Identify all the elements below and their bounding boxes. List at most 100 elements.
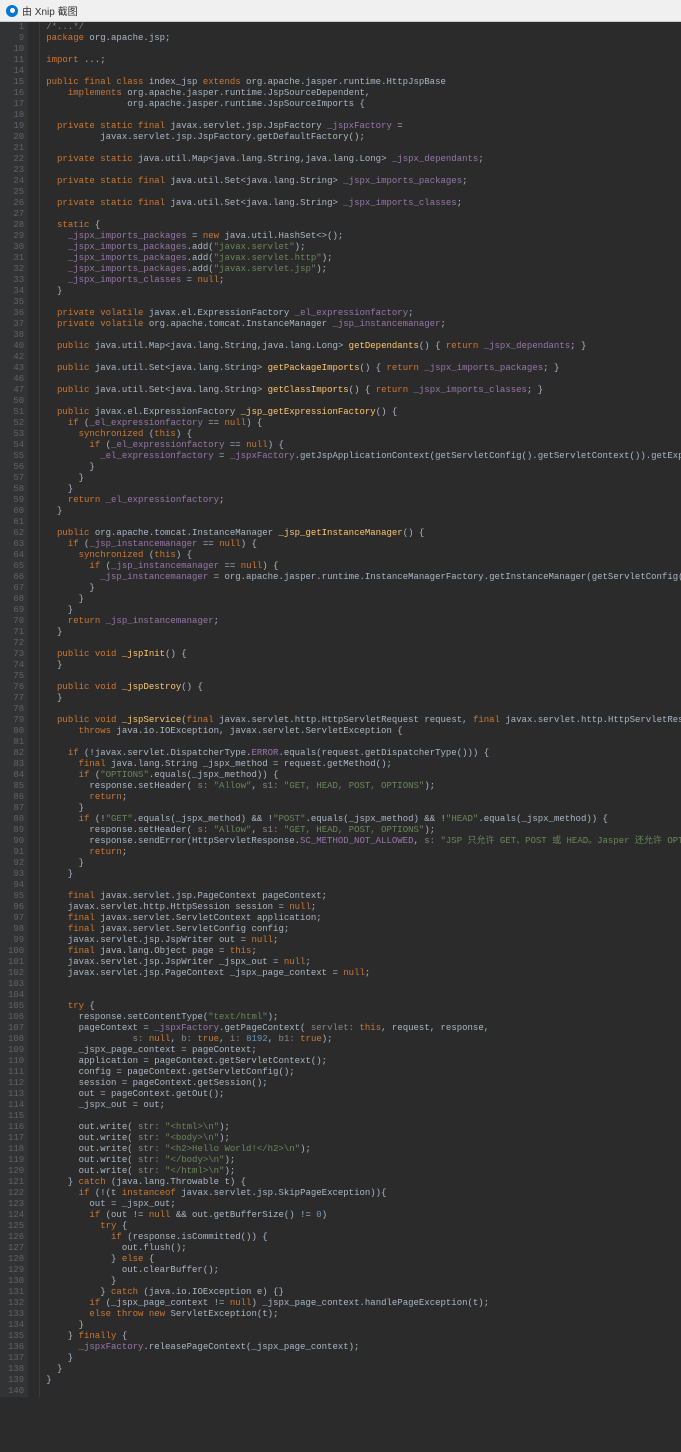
code-line[interactable]: if (_jsp_instancemanager == null) { xyxy=(46,539,681,550)
fold-marker[interactable] xyxy=(28,671,39,682)
code-line[interactable]: } xyxy=(46,473,681,484)
code-line[interactable]: out = _jspx_out; xyxy=(46,1199,681,1210)
fold-marker[interactable] xyxy=(28,517,39,528)
fold-marker[interactable] xyxy=(28,935,39,946)
fold-marker[interactable] xyxy=(28,1188,39,1199)
code-line[interactable]: if (_jspx_page_context != null) _jspx_pa… xyxy=(46,1298,681,1309)
fold-marker[interactable] xyxy=(28,275,39,286)
code-line[interactable] xyxy=(46,737,681,748)
code-line[interactable]: try { xyxy=(46,1221,681,1232)
code-line[interactable]: application = pageContext.getServletCont… xyxy=(46,1056,681,1067)
fold-marker[interactable] xyxy=(28,946,39,957)
code-line[interactable]: _jspx_imports_packages = new java.util.H… xyxy=(46,231,681,242)
fold-marker[interactable] xyxy=(28,880,39,891)
fold-marker[interactable] xyxy=(28,913,39,924)
code-line[interactable]: public java.util.Set<java.lang.String> g… xyxy=(46,363,681,374)
fold-marker[interactable] xyxy=(28,330,39,341)
fold-marker[interactable] xyxy=(28,814,39,825)
fold-marker[interactable] xyxy=(28,1320,39,1331)
code-line[interactable]: if (!javax.servlet.DispatcherType.ERROR.… xyxy=(46,748,681,759)
code-line[interactable]: else throw new ServletException(t); xyxy=(46,1309,681,1320)
code-line[interactable]: public final class index_jsp extends org… xyxy=(46,77,681,88)
fold-marker[interactable] xyxy=(28,1045,39,1056)
fold-marker[interactable] xyxy=(28,429,39,440)
code-line[interactable]: _jspxFactory.releasePageContext(_jspx_pa… xyxy=(46,1342,681,1353)
code-line[interactable]: } xyxy=(46,1375,681,1386)
code-line[interactable]: } xyxy=(46,484,681,495)
fold-marker[interactable] xyxy=(28,891,39,902)
fold-marker[interactable] xyxy=(28,99,39,110)
code-line[interactable]: } xyxy=(46,506,681,517)
code-editor[interactable]: 1910111415161718192021222324252627282930… xyxy=(0,22,681,1397)
code-line[interactable]: session = pageContext.getSession(); xyxy=(46,1078,681,1089)
code-line[interactable] xyxy=(46,165,681,176)
fold-marker[interactable] xyxy=(28,121,39,132)
code-line[interactable] xyxy=(46,143,681,154)
code-line[interactable]: } xyxy=(46,605,681,616)
fold-marker[interactable] xyxy=(28,539,39,550)
fold-marker[interactable] xyxy=(28,154,39,165)
code-line[interactable]: public void _jspInit() { xyxy=(46,649,681,660)
code-line[interactable] xyxy=(46,638,681,649)
code-line[interactable]: javax.servlet.jsp.JspFactory.getDefaultF… xyxy=(46,132,681,143)
code-line[interactable]: return _el_expressionfactory; xyxy=(46,495,681,506)
fold-marker[interactable] xyxy=(28,1342,39,1353)
code-line[interactable]: if (!(t instanceof javax.servlet.jsp.Ski… xyxy=(46,1188,681,1199)
fold-marker[interactable] xyxy=(28,693,39,704)
fold-marker[interactable] xyxy=(28,1122,39,1133)
fold-marker[interactable] xyxy=(28,1012,39,1023)
fold-marker[interactable] xyxy=(28,176,39,187)
code-line[interactable]: if (!"GET".equals(_jspx_method) && !"POS… xyxy=(46,814,681,825)
code-line[interactable]: response.sendError(HttpServletResponse.S… xyxy=(46,836,681,847)
fold-marker[interactable] xyxy=(28,341,39,352)
fold-marker[interactable] xyxy=(28,1210,39,1221)
code-line[interactable]: synchronized (this) { xyxy=(46,429,681,440)
fold-marker[interactable] xyxy=(28,209,39,220)
fold-marker[interactable] xyxy=(28,858,39,869)
code-line[interactable] xyxy=(46,396,681,407)
fold-marker[interactable] xyxy=(28,319,39,330)
fold-marker[interactable] xyxy=(28,968,39,979)
fold-marker[interactable] xyxy=(28,1199,39,1210)
fold-marker[interactable] xyxy=(28,308,39,319)
code-line[interactable]: try { xyxy=(46,1001,681,1012)
fold-marker[interactable] xyxy=(28,1331,39,1342)
fold-marker[interactable] xyxy=(28,682,39,693)
code-line[interactable]: pageContext = _jspxFactory.getPageContex… xyxy=(46,1023,681,1034)
code-line[interactable]: } xyxy=(46,627,681,638)
fold-marker[interactable] xyxy=(28,616,39,627)
code-line[interactable] xyxy=(46,352,681,363)
code-area[interactable]: /*...*/package org.apache.jsp;import ...… xyxy=(40,22,681,1397)
code-line[interactable] xyxy=(46,297,681,308)
fold-marker[interactable] xyxy=(28,33,39,44)
fold-marker[interactable] xyxy=(28,220,39,231)
code-line[interactable]: } xyxy=(46,693,681,704)
fold-marker[interactable] xyxy=(28,704,39,715)
fold-marker[interactable] xyxy=(28,165,39,176)
fold-marker[interactable] xyxy=(28,594,39,605)
code-line[interactable]: } xyxy=(46,1276,681,1287)
code-line[interactable]: } xyxy=(46,858,681,869)
code-line[interactable]: out = pageContext.getOut(); xyxy=(46,1089,681,1100)
fold-marker[interactable] xyxy=(28,1067,39,1078)
code-line[interactable]: org.apache.jasper.runtime.JspSourceImpor… xyxy=(46,99,681,110)
fold-marker[interactable] xyxy=(28,715,39,726)
code-line[interactable]: private static final javax.servlet.jsp.J… xyxy=(46,121,681,132)
fold-marker[interactable] xyxy=(28,1276,39,1287)
code-line[interactable]: public javax.el.ExpressionFactory _jsp_g… xyxy=(46,407,681,418)
code-line[interactable]: if ("OPTIONS".equals(_jspx_method)) { xyxy=(46,770,681,781)
fold-marker[interactable] xyxy=(28,748,39,759)
code-line[interactable]: javax.servlet.jsp.JspWriter _jspx_out = … xyxy=(46,957,681,968)
fold-marker[interactable] xyxy=(28,1089,39,1100)
code-line[interactable]: _el_expressionfactory = _jspxFactory.get… xyxy=(46,451,681,462)
fold-marker[interactable] xyxy=(28,792,39,803)
fold-marker[interactable] xyxy=(28,1133,39,1144)
code-line[interactable]: private static java.util.Map<java.lang.S… xyxy=(46,154,681,165)
fold-marker[interactable] xyxy=(28,264,39,275)
code-line[interactable] xyxy=(46,187,681,198)
fold-marker[interactable] xyxy=(28,1034,39,1045)
code-line[interactable]: } xyxy=(46,660,681,671)
code-line[interactable]: import ...; xyxy=(46,55,681,66)
code-line[interactable] xyxy=(46,704,681,715)
code-line[interactable]: private volatile org.apache.tomcat.Insta… xyxy=(46,319,681,330)
